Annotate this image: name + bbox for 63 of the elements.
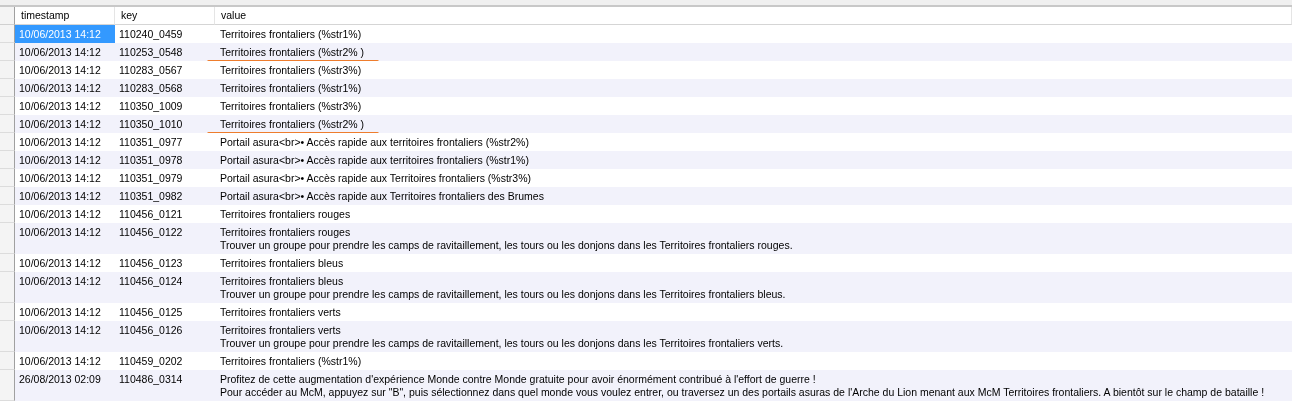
table-cell: 10/06/2013 14:12: [15, 115, 115, 133]
row-header[interactable]: [0, 133, 15, 151]
table-cell-text: Territoires frontaliers bleus: [220, 275, 344, 288]
table-cell-text: Trouver un groupe pour prendre les camps de ravitaillement, les tours ou les donjons dans les Territoires frontaliers rouges.: [220, 239, 793, 252]
row-header[interactable]: [0, 79, 15, 97]
table-cell-text: Territoires frontaliers verts: [220, 306, 341, 319]
row-header[interactable]: [0, 223, 15, 254]
row-header[interactable]: [0, 370, 15, 401]
row-header[interactable]: [0, 303, 15, 321]
row-header[interactable]: [0, 43, 15, 61]
table-cell: 110283_0568: [115, 79, 215, 97]
table-cell-text: Territoires frontaliers (%str2% ): [220, 118, 365, 131]
table-cell-text: Territoires frontaliers (%str1%): [220, 355, 362, 368]
column-header[interactable]: timestamp: [15, 7, 115, 25]
row-header[interactable]: [0, 61, 15, 79]
table-cell: 10/06/2013 14:12: [15, 151, 115, 169]
row-header[interactable]: [0, 115, 15, 133]
table-cell-text: Trouver un groupe pour prendre les camps de ravitaillement, les tours ou les donjons dans les Territoires frontaliers verts.: [220, 337, 784, 350]
table-cell-text: Portail asura<br>• Accès rapide aux Territoires frontaliers des Brumes: [220, 190, 544, 203]
table-cell: 10/06/2013 14:12: [15, 223, 115, 254]
table-cell-text: Profitez de cette augmentation d'expérience Monde contre Monde gratuite pour avoir énormément contribué à l'effort de guerre !: [220, 373, 816, 386]
table-cell: 10/06/2013 14:12: [15, 79, 115, 97]
table-cell: 110456_0124: [115, 272, 215, 303]
column-header[interactable]: key: [115, 7, 215, 25]
table-cell-text: Trouver un groupe pour prendre les camps de ravitaillement, les tours ou les donjons dans les Territoires frontaliers bleus.: [220, 288, 786, 301]
table-cell: 110351_0978: [115, 151, 215, 169]
table-cell-text: Territoires frontaliers bleus: [220, 257, 344, 270]
table-cell-text: Territoires frontaliers (%str1%): [220, 82, 362, 95]
table-cell: 110486_0314: [115, 370, 215, 401]
table-cell: 110456_0122: [115, 223, 215, 254]
table-cell: 110350_1010: [115, 115, 215, 133]
table-cell: 110351_0982: [115, 187, 215, 205]
table-cell-text: Territoires frontaliers verts: [220, 324, 341, 337]
row-header[interactable]: [0, 187, 15, 205]
column-header[interactable]: value: [215, 7, 1292, 25]
row-header[interactable]: [0, 97, 15, 115]
table-cell-text: Territoires frontaliers (%str3%): [220, 64, 362, 77]
table-cell: 10/06/2013 14:12: [15, 321, 115, 352]
table-cell: 10/06/2013 14:12: [15, 43, 115, 61]
table-cell-text: Territoires frontaliers (%str2% ): [220, 46, 365, 59]
table-cell-text: Pour accéder au McM, appuyez sur "B", puis sélectionnez dans quel monde vous voulez entrer, ou traversez un des portails asuras de l'Arche du Lion menant aux McM Territoires frontaliers. A bientôt sur le champ de bataille !: [220, 386, 1265, 399]
row-header[interactable]: [0, 254, 15, 272]
table-cell: 10/06/2013 14:12: [15, 272, 115, 303]
table-cell-text: Territoires frontaliers (%str1%): [220, 28, 362, 41]
table-cell: 10/06/2013 14:12: [15, 187, 115, 205]
row-header[interactable]: [0, 321, 15, 352]
table-cell-text: Territoires frontaliers rouges: [220, 208, 351, 221]
table-cell: 110456_0126: [115, 321, 215, 352]
table-cell: 26/08/2013 02:09: [15, 370, 115, 401]
row-header[interactable]: [0, 25, 15, 43]
row-header[interactable]: [0, 169, 15, 187]
table-cell-text: Territoires frontaliers rouges: [220, 226, 351, 239]
row-header[interactable]: [0, 272, 15, 303]
row-header[interactable]: [0, 352, 15, 370]
corner-header[interactable]: [0, 7, 15, 25]
table-cell-text: Portail asura<br>• Accès rapide aux territoires frontaliers (%str1%): [220, 154, 529, 167]
table-cell: 10/06/2013 14:12: [15, 25, 115, 43]
row-header[interactable]: [0, 151, 15, 169]
table-cell-text: Portail asura<br>• Accès rapide aux Territoires frontaliers (%str3%): [220, 172, 532, 185]
table-cell: 110253_0548: [115, 43, 215, 61]
table-cell-text: Territoires frontaliers (%str3%): [220, 100, 362, 113]
table-cell-text: Portail asura<br>• Accès rapide aux territoires frontaliers (%str2%): [220, 136, 529, 149]
row-header[interactable]: [0, 205, 15, 223]
